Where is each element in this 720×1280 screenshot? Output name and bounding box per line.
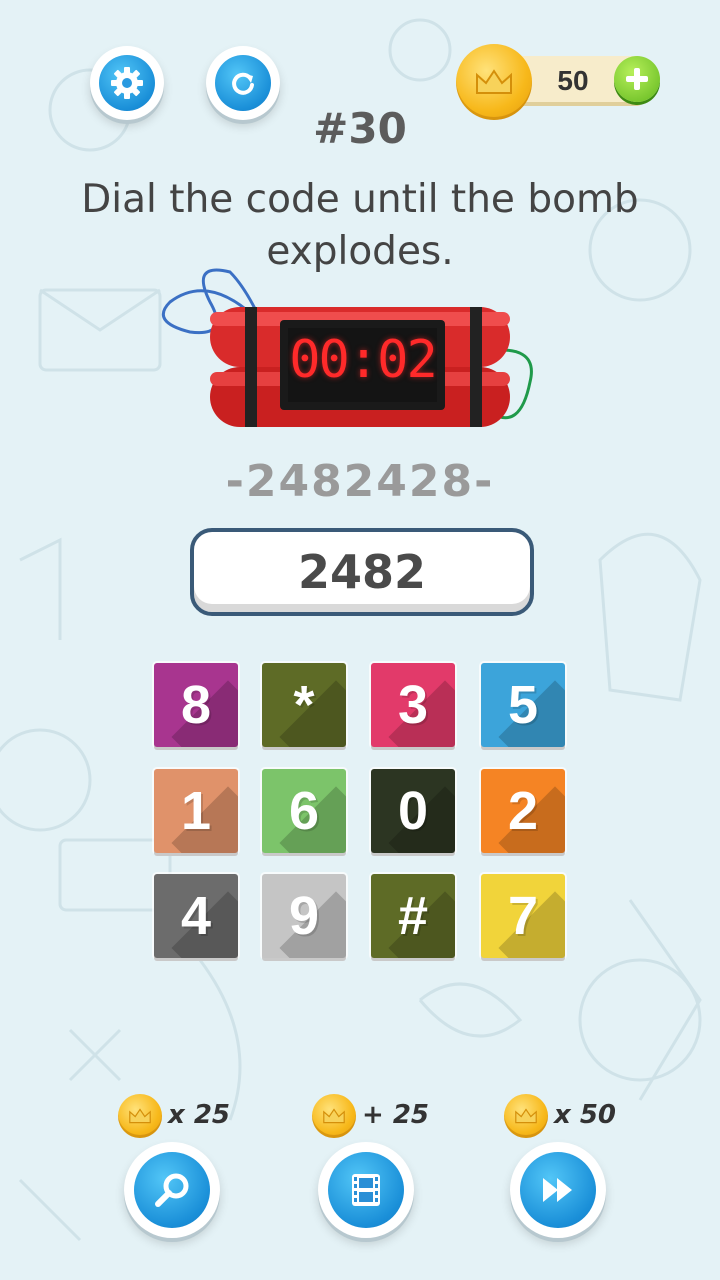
key-hash[interactable]: # bbox=[371, 874, 455, 958]
gear-icon bbox=[99, 55, 155, 111]
magnifier-icon bbox=[134, 1152, 210, 1228]
key-label: 0 bbox=[397, 781, 429, 841]
fast-forward-icon bbox=[520, 1152, 596, 1228]
bomb-timer: 00:02 bbox=[289, 330, 438, 390]
key-label: # bbox=[397, 886, 429, 946]
code-hint: -2482428- bbox=[225, 456, 495, 507]
key-7[interactable]: 7 bbox=[481, 874, 565, 958]
skip-level-button[interactable] bbox=[510, 1142, 606, 1238]
key-8[interactable]: 8 bbox=[154, 663, 238, 747]
key-9[interactable]: 9 bbox=[262, 874, 346, 958]
key-1[interactable]: 1 bbox=[154, 769, 238, 853]
plus-icon bbox=[626, 68, 648, 90]
key-6[interactable]: 6 bbox=[262, 769, 346, 853]
powerup-cost: x 50 bbox=[554, 1100, 617, 1130]
key-2[interactable]: 2 bbox=[481, 769, 565, 853]
code-input-value: 2482 bbox=[297, 545, 427, 599]
key-star[interactable]: * bbox=[262, 663, 346, 747]
key-label: 3 bbox=[397, 675, 429, 735]
key-3[interactable]: 3 bbox=[371, 663, 455, 747]
film-icon bbox=[328, 1152, 404, 1228]
key-label: * bbox=[293, 675, 315, 735]
key-5[interactable]: 5 bbox=[481, 663, 565, 747]
powerup-coin-icon bbox=[504, 1094, 548, 1138]
add-coins-button[interactable] bbox=[614, 56, 660, 102]
key-label: 2 bbox=[507, 781, 539, 841]
key-label: 1 bbox=[180, 781, 212, 841]
hint-button[interactable] bbox=[124, 1142, 220, 1238]
watch-video-button[interactable] bbox=[318, 1142, 414, 1238]
key-label: 9 bbox=[288, 886, 320, 946]
key-0[interactable]: 0 bbox=[371, 769, 455, 853]
key-label: 6 bbox=[288, 781, 320, 841]
powerup-coin-icon bbox=[118, 1094, 162, 1138]
coin-count: 50 bbox=[557, 65, 589, 96]
key-label: 8 bbox=[180, 675, 212, 735]
key-label: 7 bbox=[507, 886, 539, 946]
powerup-cost: x 25 bbox=[168, 1100, 231, 1130]
powerup-coin-icon bbox=[312, 1094, 356, 1138]
key-4[interactable]: 4 bbox=[154, 874, 238, 958]
key-label: 4 bbox=[180, 886, 212, 946]
code-input[interactable]: 2482 bbox=[190, 528, 534, 616]
restart-icon bbox=[215, 55, 271, 111]
powerup-cost: + 25 bbox=[362, 1100, 430, 1130]
level-number: #30 bbox=[313, 104, 407, 153]
key-label: 5 bbox=[507, 675, 539, 735]
